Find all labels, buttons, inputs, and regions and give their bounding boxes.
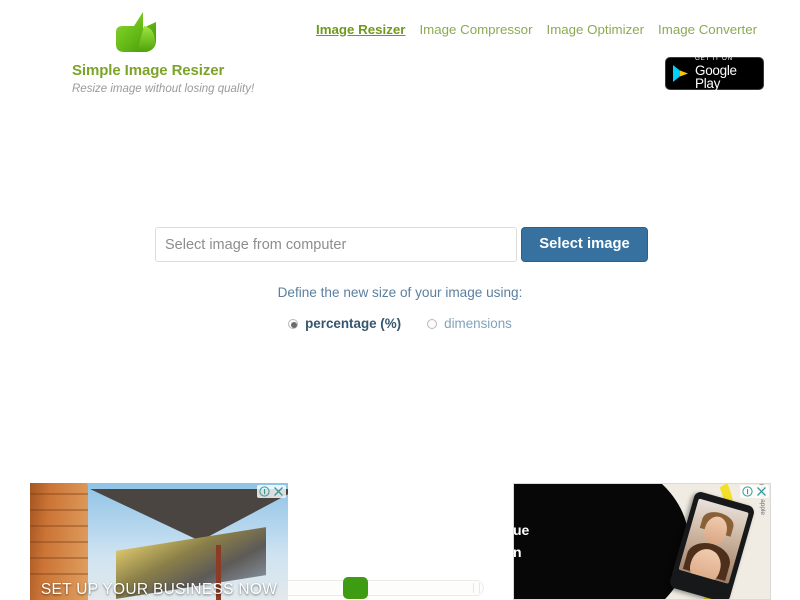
ad-right-copy: ue n: [513, 519, 539, 563]
ad-banner-right[interactable]: ue n ynde apple: [513, 483, 771, 600]
size-mode-label: Define the new size of your image using:: [277, 285, 523, 300]
google-play-text: GET IT ON Google Play: [695, 55, 757, 92]
ad-close-icon[interactable]: [273, 486, 284, 497]
google-play-badge[interactable]: GET IT ON Google Play: [665, 55, 764, 92]
nav-item-image-optimizer[interactable]: Image Optimizer: [547, 22, 645, 37]
ad-right-artwork: ue n ynde apple: [513, 483, 771, 600]
main-navigation: Image Resizer Image Compressor Image Opt…: [316, 19, 776, 39]
top-ad-slot: [150, 110, 650, 215]
radio-percentage-icon[interactable]: [288, 318, 299, 329]
ad-right-copy-line2: n: [513, 544, 522, 560]
brand-title: Simple Image Resizer: [72, 62, 225, 79]
radio-option-percentage[interactable]: percentage (%): [288, 316, 401, 331]
page-root: Simple Image Resizer Resize image withou…: [0, 0, 800, 600]
ad-left-headline: SET UP YOUR BUSINESS NOW: [40, 581, 278, 598]
radio-percentage-label: percentage (%): [305, 316, 402, 331]
file-path-input[interactable]: [155, 227, 517, 262]
ad-left-choices: [257, 485, 286, 498]
slider-handle[interactable]: [343, 577, 368, 599]
brand-tagline: Resize image without losing quality!: [72, 83, 255, 95]
radio-option-dimensions[interactable]: dimensions: [427, 316, 512, 331]
ad-right-copy-line1: ue: [513, 522, 530, 538]
adchoices-info-icon[interactable]: [259, 486, 270, 497]
ad-close-icon[interactable]: [756, 486, 767, 497]
google-play-big-text: Google Play: [695, 62, 737, 92]
select-image-button[interactable]: Select image: [521, 227, 648, 262]
green-arrow-logo-icon: [110, 6, 166, 58]
nav-item-image-compressor[interactable]: Image Compressor: [419, 22, 532, 37]
ad-banner-left[interactable]: SET UP YOUR BUSINESS NOW: [30, 483, 288, 600]
file-select-row: Select image: [155, 222, 648, 267]
radio-dimensions-icon[interactable]: [427, 318, 438, 329]
ad-right-choices: [740, 485, 769, 498]
adchoices-info-icon[interactable]: [742, 486, 753, 497]
site-header: Simple Image Resizer Resize image withou…: [0, 0, 800, 110]
google-play-triangle-icon: [673, 65, 688, 82]
ad-right-tablet-screen: [678, 498, 749, 584]
nav-item-image-resizer[interactable]: Image Resizer: [316, 22, 405, 37]
radio-dimensions-label: dimensions: [444, 316, 512, 331]
size-mode-options: percentage (%) dimensions: [0, 316, 800, 331]
google-play-small-text: GET IT ON: [695, 55, 733, 63]
nav-item-image-converter[interactable]: Image Converter: [658, 22, 757, 37]
